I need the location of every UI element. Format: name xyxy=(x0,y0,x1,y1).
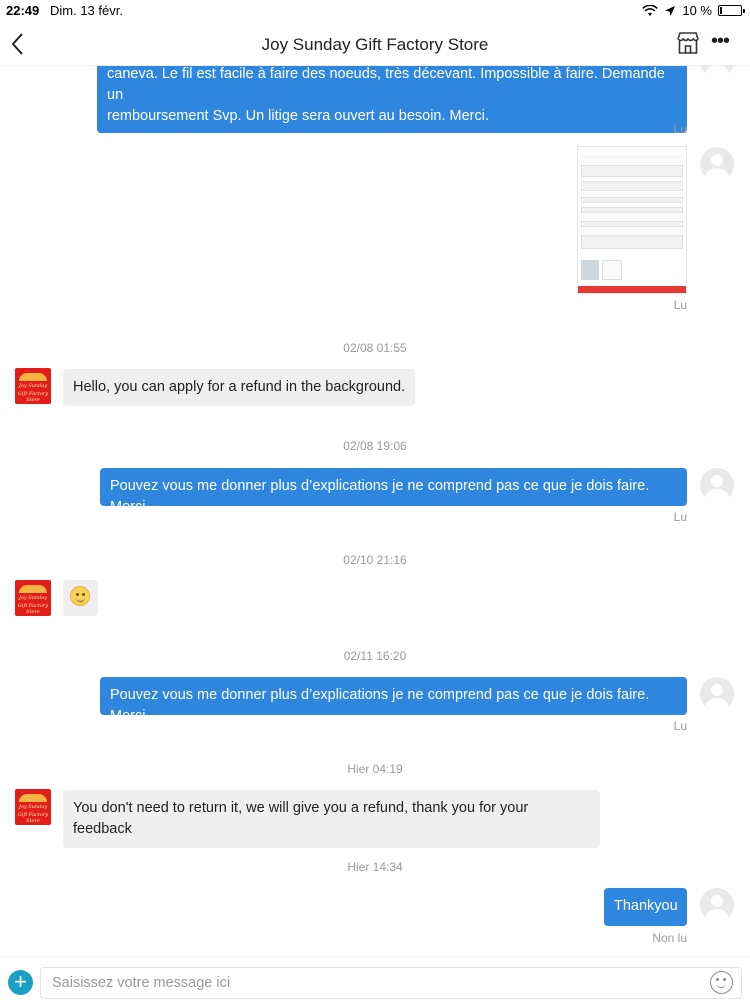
user-avatar xyxy=(700,888,734,922)
read-status: Lu xyxy=(673,298,687,312)
screenshot-row xyxy=(581,165,683,177)
store-icon[interactable] xyxy=(675,30,701,56)
message-bubble-outgoing[interactable]: Pouvez vous me donner plus d’explication… xyxy=(100,677,687,724)
screenshot-button xyxy=(578,286,686,293)
status-bar: 22:49 Dim. 13 févr. 10 % xyxy=(0,0,750,22)
shop-logo-arc xyxy=(19,794,47,802)
screenshot-thumbnail xyxy=(581,260,599,280)
shop-logo-line: Gift Factory Store xyxy=(17,391,49,403)
message-bubble-incoming[interactable] xyxy=(63,580,98,616)
message-text-line: caneva. Le fil est facile à faire des no… xyxy=(107,66,665,103)
message-text: Pouvez vous me donner plus d’explication… xyxy=(110,478,650,515)
read-status: Lu xyxy=(673,719,687,733)
message-bubble-outgoing[interactable]: Thankyou xyxy=(604,888,687,926)
shop-logo-arc xyxy=(19,373,47,381)
battery-fill xyxy=(720,7,722,14)
screenshot-row xyxy=(581,181,683,191)
battery-percent: 10 % xyxy=(682,3,712,18)
smile-emoji-icon xyxy=(70,586,90,606)
screenshot-row xyxy=(581,207,683,213)
message-timestamp: Hier 14:34 xyxy=(347,860,403,874)
shop-logo-line: Joy Sunday xyxy=(18,804,48,810)
plus-circle-icon[interactable]: + xyxy=(8,970,33,995)
shop-avatar[interactable]: Joy Sunday Gift Factory Store xyxy=(15,580,51,616)
user-avatar xyxy=(700,147,734,181)
message-text: Hello, you can apply for a refund in the… xyxy=(73,379,406,395)
message-timestamp: 02/11 16:20 xyxy=(343,649,407,663)
read-status: Lu xyxy=(673,122,687,136)
battery-icon xyxy=(718,5,745,16)
shop-logo-arc xyxy=(19,585,47,593)
status-indicators: 10 % xyxy=(642,3,745,18)
read-status: Non lu xyxy=(652,931,687,945)
screenshot-row xyxy=(581,221,683,227)
user-avatar xyxy=(700,66,734,78)
screenshot-thumbnail xyxy=(602,260,622,280)
message-composer: + xyxy=(0,956,750,1000)
message-bubble-incoming[interactable]: Hello, you can apply for a refund in the… xyxy=(63,369,416,406)
message-timestamp: 02/08 01:55 xyxy=(343,341,407,355)
wifi-icon xyxy=(642,4,659,16)
message-text: Pouvez vous me donner plus d’explication… xyxy=(110,687,650,724)
message-text: You don't need to return it, we will giv… xyxy=(73,800,529,837)
shop-logo-line: Gift Factory Store xyxy=(17,812,49,824)
status-time: 22:49 xyxy=(6,3,40,18)
location-arrow-icon xyxy=(665,5,676,16)
screenshot-row xyxy=(581,197,683,203)
user-avatar xyxy=(700,468,734,502)
emoji-icon[interactable] xyxy=(710,971,733,994)
message-timestamp: 02/08 19:06 xyxy=(343,439,407,453)
shop-logo-line: Gift Factory Store xyxy=(17,603,49,615)
screenshot-row xyxy=(581,155,683,158)
image-attachment[interactable] xyxy=(577,146,687,294)
shop-avatar[interactable]: Joy Sunday Gift Factory Store xyxy=(15,789,51,825)
message-input[interactable] xyxy=(40,967,742,999)
message-text: Thankyou xyxy=(614,898,678,914)
shop-avatar[interactable]: Joy Sunday Gift Factory Store xyxy=(15,368,51,404)
screenshot-row xyxy=(581,235,683,249)
more-dots-icon[interactable]: ••• xyxy=(710,30,730,56)
chat-header: Joy Sunday Gift Factory Store ••• xyxy=(0,22,750,66)
message-bubble-outgoing[interactable]: Pouvez vous me donner plus d’explication… xyxy=(100,468,687,515)
message-timestamp: Hier 04:19 xyxy=(347,762,403,776)
status-date: Dim. 13 févr. xyxy=(50,3,123,18)
user-avatar xyxy=(700,677,734,711)
message-bubble-incoming[interactable]: You don't need to return it, we will giv… xyxy=(63,790,600,848)
message-text-line: remboursement Svp. Un litige sera ouvert… xyxy=(107,108,490,124)
chat-screen: 22:49 Dim. 13 févr. 10 % Joy Sunday Gift… xyxy=(0,0,750,1000)
message-bubble-outgoing[interactable]: caneva. Le fil est facile à faire des no… xyxy=(97,66,687,133)
shop-logo-line: Joy Sunday xyxy=(18,383,48,389)
message-timestamp: 02/10 21:16 xyxy=(343,553,407,567)
shop-logo-line: Joy Sunday xyxy=(18,595,48,601)
message-list[interactable]: caneva. Le fil est facile à faire des no… xyxy=(0,66,750,956)
page-title: Joy Sunday Gift Factory Store xyxy=(261,35,489,54)
read-status: Lu xyxy=(673,510,687,524)
